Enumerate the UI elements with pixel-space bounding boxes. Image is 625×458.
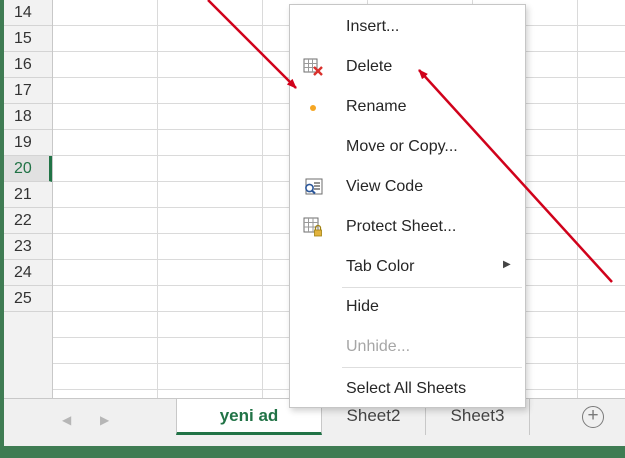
row-headers: 14 15 16 17 18 19 20 21 22 23 24 25 — [4, 0, 53, 398]
row-header-14[interactable]: 14 — [4, 0, 52, 26]
row-header-20[interactable]: 20 — [4, 156, 52, 182]
row-header-19[interactable]: 19 — [4, 130, 52, 156]
scroll-tabs-right-icon[interactable]: ▶ — [100, 413, 109, 427]
column-gridline — [262, 0, 263, 398]
menu-item-select-all-sheets[interactable]: Select All Sheets — [290, 371, 525, 407]
menu-item-hide[interactable]: Hide — [290, 289, 525, 325]
column-gridline — [157, 0, 158, 398]
row-header-17[interactable]: 17 — [4, 78, 52, 104]
scroll-tabs-left-icon[interactable]: ◀ — [62, 413, 71, 427]
window-border-left — [0, 0, 4, 458]
row-header-23[interactable]: 23 — [4, 234, 52, 260]
menu-item-move-or-copy[interactable]: Move or Copy... — [290, 129, 525, 165]
menu-item-insert[interactable]: Insert... — [290, 9, 525, 45]
delete-sheet-icon — [303, 58, 323, 76]
menu-item-unhide: Unhide... — [290, 329, 525, 365]
column-gridline — [577, 0, 578, 398]
menu-item-label: Unhide... — [346, 338, 411, 355]
menu-item-label: Select All Sheets — [346, 380, 467, 397]
menu-item-label: Move or Copy... — [346, 138, 458, 155]
new-sheet-button[interactable]: + — [582, 406, 604, 428]
row-header-24[interactable]: 24 — [4, 260, 52, 286]
menu-separator — [342, 287, 522, 288]
excel-window: 14 15 16 17 18 19 20 21 22 23 24 25 ◀ ▶ … — [0, 0, 625, 458]
sheet-tab-context-menu: Insert... Delete Rename Move or Copy... — [289, 4, 526, 408]
row-header-16[interactable]: 16 — [4, 52, 52, 78]
menu-item-label: View Code — [346, 178, 424, 195]
menu-separator — [342, 367, 522, 368]
menu-item-view-code[interactable]: View Code — [290, 169, 525, 205]
row-header-22[interactable]: 22 — [4, 208, 52, 234]
row-header-21[interactable]: 21 — [4, 182, 52, 208]
menu-item-label: Tab Color — [346, 258, 415, 275]
menu-item-label: Hide — [346, 298, 379, 315]
view-code-icon — [305, 178, 323, 195]
menu-item-protect-sheet[interactable]: Protect Sheet... — [290, 209, 525, 245]
protect-sheet-icon — [303, 217, 322, 237]
row-header-18[interactable]: 18 — [4, 104, 52, 130]
menu-item-rename[interactable]: Rename — [290, 89, 525, 125]
window-border-bottom — [0, 446, 625, 458]
menu-item-tab-color[interactable]: Tab Color ▶ — [290, 249, 525, 285]
menu-item-label: Protect Sheet... — [346, 218, 457, 235]
row-header-15[interactable]: 15 — [4, 26, 52, 52]
menu-item-label: Rename — [346, 98, 407, 115]
submenu-arrow-icon: ▶ — [503, 259, 511, 270]
menu-item-label: Insert... — [346, 18, 400, 35]
menu-item-label: Delete — [346, 58, 393, 75]
row-header-25[interactable]: 25 — [4, 286, 52, 312]
orange-dot-icon — [310, 105, 316, 111]
menu-item-delete[interactable]: Delete — [290, 49, 525, 85]
